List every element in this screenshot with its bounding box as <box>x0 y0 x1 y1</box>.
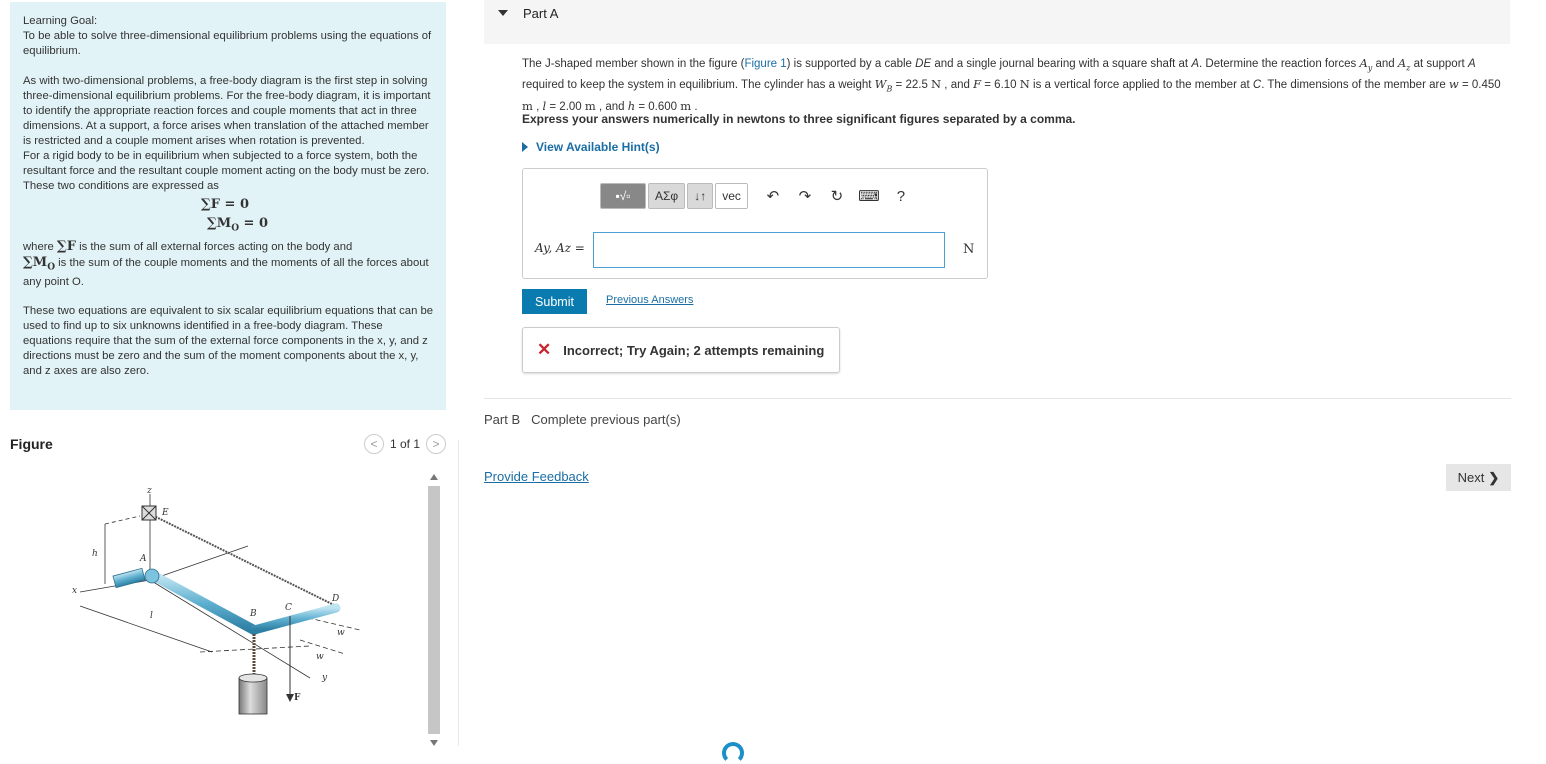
loading-spinner-icon <box>722 742 744 764</box>
j-member-diagram: z E h A x l B C D w w F y <box>72 486 361 715</box>
label-y: y <box>321 673 328 683</box>
label-D: D <box>331 594 339 604</box>
label-E: E <box>161 508 169 518</box>
expand-caret-icon <box>522 142 528 152</box>
learning-goal-panel: Learning Goal: To be able to solve three… <box>10 2 446 410</box>
part-b-row: Part B Complete previous part(s) <box>484 412 681 427</box>
learning-para-3: These two equations are equivalent to si… <box>23 304 434 377</box>
undo-icon[interactable]: ↶ <box>758 183 788 209</box>
part-b-status: Complete previous part(s) <box>531 412 681 427</box>
equation-sum-forces: ∑F = 0 <box>201 197 250 212</box>
learning-goal-heading: Learning Goal: <box>23 15 98 27</box>
arrows-button[interactable]: ↓↑ <box>687 183 714 209</box>
problem-statement: The J-shaped member shown in the figure … <box>522 56 1501 113</box>
answer-unit: N <box>963 242 975 257</box>
answer-label: Ay, Az = <box>535 241 585 255</box>
provide-feedback-link[interactable]: Provide Feedback <box>484 469 589 484</box>
redo-icon[interactable]: ↷ <box>790 183 820 209</box>
prev-figure-button[interactable]: < <box>363 434 384 454</box>
label-z: z <box>146 486 152 496</box>
figure-page-count: 1 of 1 <box>389 437 420 451</box>
greek-symbols-button[interactable]: ΑΣφ <box>648 183 686 209</box>
part-divider <box>484 398 1511 399</box>
learning-para-1: As with two-dimensional problems, a free… <box>23 75 431 147</box>
figure-image: z E h A x l B C D w w F y <box>10 468 426 746</box>
learning-goal-text: To be able to solve three-dimensional eq… <box>23 30 432 57</box>
math-toolbar: ▪√▫ ΑΣφ ↓↑ vec ↶ ↷ ↻ ⌨ ? <box>600 183 916 209</box>
label-w-2: w <box>316 652 324 662</box>
label-x: x <box>72 586 77 596</box>
scroll-up-icon[interactable] <box>430 474 438 480</box>
hint-label: View Available Hint(s) <box>536 140 660 154</box>
figure-scrollbar[interactable] <box>426 468 442 746</box>
figure-1-link[interactable]: Figure 1 <box>744 58 786 70</box>
feedback-text: Incorrect; Try Again; 2 attempts remaini… <box>563 342 825 358</box>
label-A: A <box>139 554 147 564</box>
equation-sum-moments: ∑MO = 0 <box>207 216 269 234</box>
label-F: F <box>294 693 301 703</box>
label-w-1: w <box>337 628 345 638</box>
reset-icon[interactable]: ↻ <box>822 183 852 209</box>
label-h: h <box>92 549 98 559</box>
feedback-message: ✕ Incorrect; Try Again; 2 attempts remai… <box>522 327 840 373</box>
submit-button[interactable]: Submit <box>522 289 587 314</box>
answer-input[interactable] <box>593 232 945 268</box>
incorrect-icon: ✕ <box>537 340 552 359</box>
learning-para-2: For a rigid body to be in equilibrium wh… <box>23 150 430 192</box>
label-l: l <box>150 611 153 621</box>
help-icon[interactable]: ? <box>886 183 916 209</box>
part-a-label: Part A <box>523 6 559 21</box>
next-button[interactable]: Next ❯ <box>1446 464 1511 491</box>
collapse-caret-icon[interactable] <box>498 10 508 16</box>
figure-pager: < 1 of 1 > <box>363 434 446 454</box>
part-a-header[interactable]: Part A <box>484 0 1510 44</box>
label-C: C <box>285 603 292 613</box>
next-figure-button[interactable]: > <box>426 434 446 454</box>
figure-title: Figure <box>10 436 53 452</box>
answer-box: ▪√▫ ΑΣφ ↓↑ vec ↶ ↷ ↻ ⌨ ? Ay, Az = N <box>522 168 988 279</box>
templates-button[interactable]: ▪√▫ <box>600 183 646 209</box>
keyboard-icon[interactable]: ⌨ <box>854 183 884 209</box>
scroll-down-icon[interactable] <box>430 740 438 746</box>
answer-instruction: Express your answers numerically in newt… <box>522 112 1076 126</box>
part-b-label: Part B <box>484 412 521 427</box>
figure-header: Figure < 1 of 1 > <box>10 434 446 458</box>
vector-button[interactable]: vec <box>715 183 748 209</box>
view-hints-link[interactable]: View Available Hint(s) <box>522 140 660 154</box>
column-divider <box>458 440 459 746</box>
label-B: B <box>249 609 257 619</box>
scroll-thumb[interactable] <box>428 486 440 734</box>
where-text: where ∑F is the sum of all external forc… <box>23 238 429 288</box>
previous-answers-link[interactable]: Previous Answers <box>606 294 693 306</box>
